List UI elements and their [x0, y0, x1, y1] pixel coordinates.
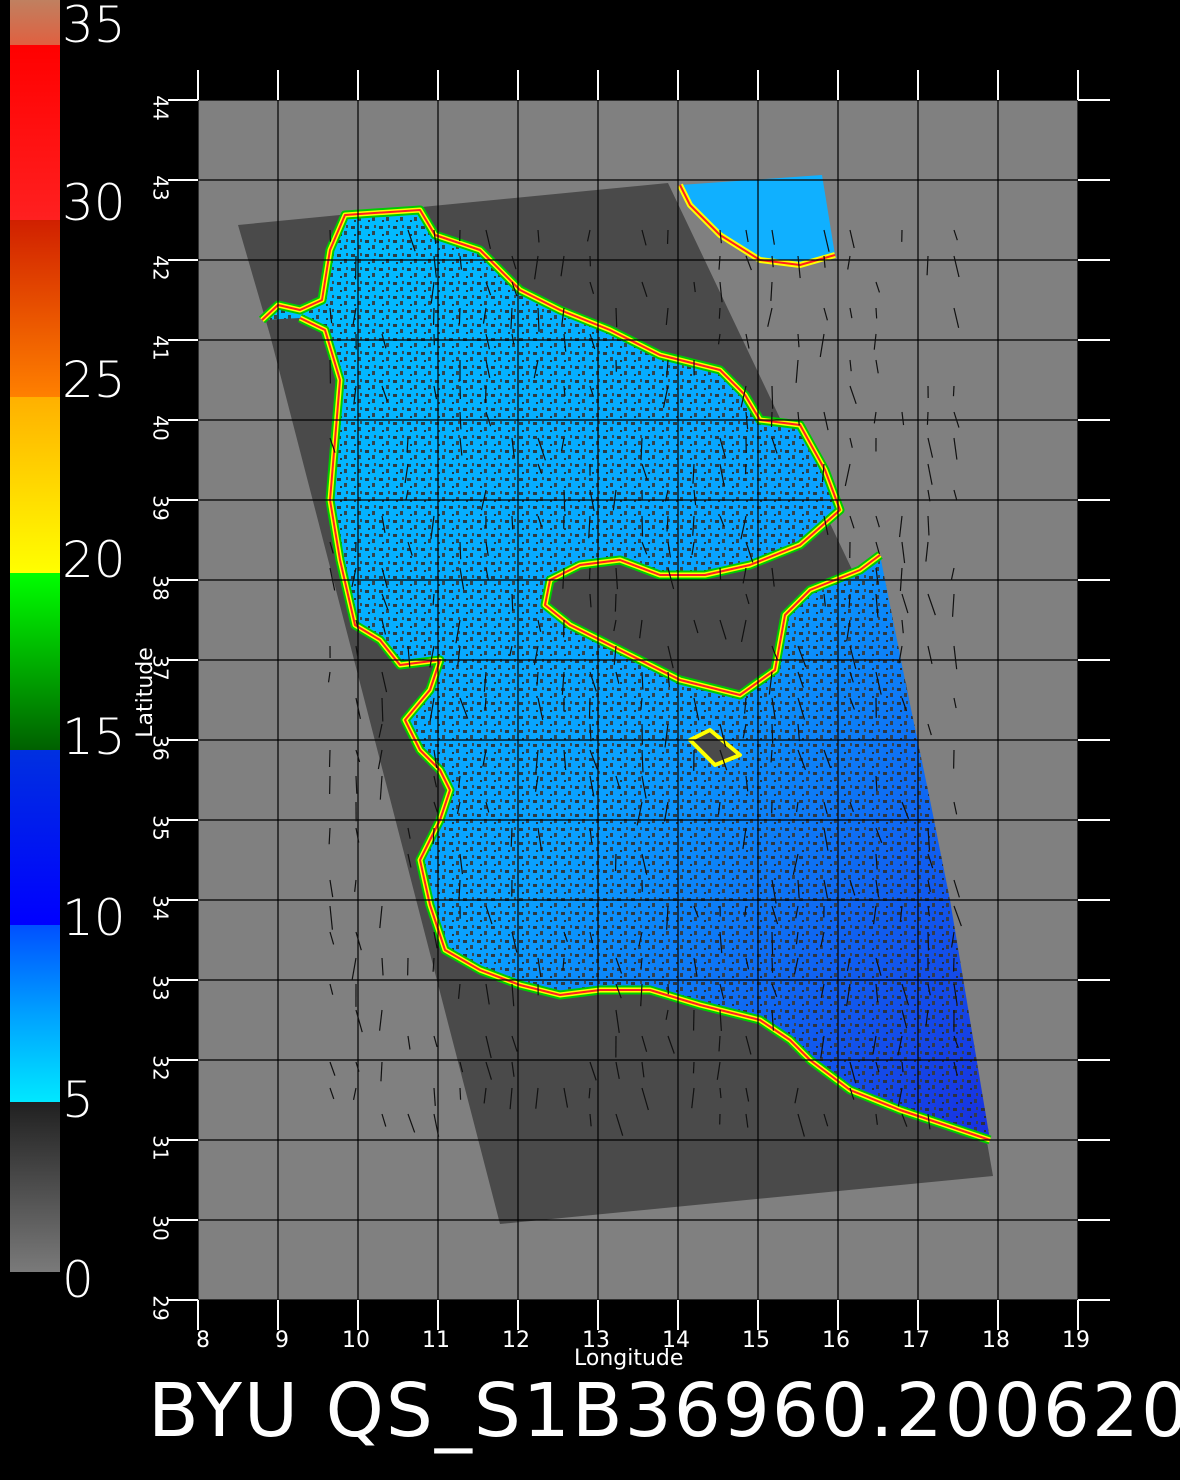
xtick-8: 8 [196, 1328, 210, 1353]
wind-vector [615, 307, 618, 328]
wind-vector [771, 723, 774, 744]
xtick-16: 16 [822, 1328, 850, 1353]
xtick-19: 19 [1062, 1328, 1090, 1353]
xtick-18: 18 [982, 1328, 1010, 1353]
xtick-15: 15 [742, 1328, 770, 1353]
xtick-17: 17 [902, 1328, 930, 1353]
ytick-31: 31 [148, 1135, 173, 1161]
ytick-30: 30 [148, 1215, 173, 1241]
ytick-40: 40 [148, 415, 173, 441]
wind-vector [381, 697, 384, 722]
wind-vector [718, 307, 721, 319]
ytick-29: 29 [148, 1295, 173, 1321]
wind-vector [355, 775, 358, 794]
wind-vector [511, 515, 514, 530]
ytick-32: 32 [148, 1055, 173, 1081]
wind-vector [744, 463, 747, 475]
wind-vector [459, 541, 462, 560]
y-axis-label: Latitude [132, 647, 158, 738]
wind-vector [952, 385, 955, 397]
ytick-43: 43 [148, 175, 173, 201]
xtick-10: 10 [342, 1328, 370, 1353]
ytick-42: 42 [148, 255, 173, 281]
wind-vector [771, 385, 774, 409]
wind-vector [458, 307, 461, 325]
ytick-39: 39 [148, 495, 173, 521]
ytick-33: 33 [148, 975, 173, 1001]
ytick-44: 44 [148, 95, 173, 121]
wind-vector [563, 489, 566, 512]
wind-vector [771, 957, 774, 973]
wind-vector [588, 567, 591, 580]
wind-vector [588, 697, 591, 719]
wind-vector [641, 671, 644, 690]
xtick-12: 12 [502, 1328, 530, 1353]
wind-speed-map [168, 70, 1110, 1330]
wind-vector [926, 411, 929, 425]
wind-vector [459, 1087, 462, 1100]
wind-vector [692, 1061, 695, 1074]
ytick-35: 35 [148, 815, 173, 841]
ytick-38: 38 [148, 575, 173, 601]
ytick-34: 34 [148, 895, 173, 921]
wind-vector [510, 827, 513, 847]
wind-vector [875, 307, 878, 319]
xtick-9: 9 [275, 1328, 289, 1353]
product-id-caption: BYU QS_S1B36960.200620 [148, 1368, 1180, 1454]
wind-vector [614, 593, 617, 612]
wind-vector [771, 931, 774, 956]
wind-vector [719, 567, 722, 580]
wind-vector [511, 593, 514, 611]
ytick-41: 41 [148, 335, 173, 361]
ytick-36: 36 [148, 735, 173, 761]
wind-vector [641, 515, 644, 537]
xtick-11: 11 [422, 1328, 450, 1353]
